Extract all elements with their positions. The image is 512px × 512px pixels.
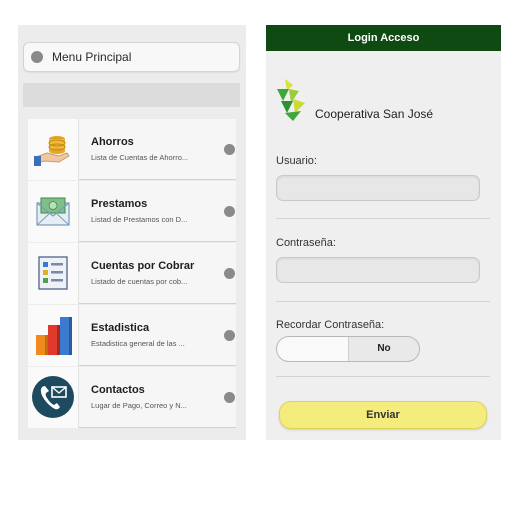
phone-mail-icon	[28, 366, 79, 428]
menu-item-subtitle: Lista de Cuentas de Ahorro...	[91, 153, 189, 162]
divider	[276, 376, 490, 377]
menu-item-label: Cuentas por Cobrar	[91, 260, 195, 272]
brand-name: Cooperativa San José	[315, 107, 434, 121]
money-envelope-icon	[28, 180, 79, 242]
menu-separator-band	[23, 83, 240, 107]
cooperativa-logo-icon	[275, 77, 309, 123]
toggle-state: No	[377, 343, 391, 354]
menu-item-prestamos[interactable]: Prestamos Listad de Prestamos con D...	[28, 180, 236, 242]
bar-chart-icon	[28, 304, 79, 366]
remember-label: Recordar Contraseña:	[276, 319, 385, 331]
menu-item-cuentas-por-cobrar[interactable]: Cuentas por Cobrar Listado de cuentas po…	[28, 242, 236, 304]
menu-item-subtitle: Estadistica general de las ...	[91, 339, 185, 348]
chevron-dot-icon	[224, 267, 235, 279]
menu-screen: Menu Principal Ahorros Lista de Cuentas …	[18, 25, 246, 440]
divider	[276, 218, 490, 219]
menu-item-label: Prestamos	[91, 198, 148, 210]
menu-principal-header[interactable]: Menu Principal	[23, 42, 240, 72]
menu-title: Menu Principal	[52, 50, 132, 64]
brand: Cooperativa San José	[275, 77, 495, 123]
username-input[interactable]	[276, 175, 480, 201]
menu-item-subtitle: Listad de Prestamos con D...	[91, 215, 188, 224]
password-label: Contraseña:	[276, 237, 336, 249]
password-input[interactable]	[276, 257, 480, 283]
menu-dot-icon	[31, 51, 43, 63]
menu-item-contactos[interactable]: Contactos Lugar de Pago, Correo y N...	[28, 366, 236, 428]
menu-item-label: Estadistica	[91, 322, 150, 334]
menu-list: Ahorros Lista de Cuentas de Ahorro... Pr…	[28, 118, 236, 429]
menu-item-estadistica[interactable]: Estadistica Estadistica general de las .…	[28, 304, 236, 366]
chevron-dot-icon	[224, 205, 235, 217]
login-header: Login Acceso	[266, 25, 501, 51]
menu-item-label: Ahorros	[91, 136, 134, 148]
coins-hand-icon	[28, 118, 79, 180]
login-screen: Login Acceso Cooperativa San José Usuari…	[266, 25, 501, 440]
username-label: Usuario:	[276, 155, 317, 167]
menu-item-ahorros[interactable]: Ahorros Lista de Cuentas de Ahorro...	[28, 118, 236, 180]
toggle-knob	[277, 337, 349, 361]
chevron-dot-icon	[224, 391, 235, 403]
remember-password-toggle[interactable]: No	[276, 336, 420, 362]
menu-item-label: Contactos	[91, 384, 145, 396]
chevron-dot-icon	[224, 143, 235, 155]
divider	[276, 301, 490, 302]
menu-item-subtitle: Lugar de Pago, Correo y N...	[91, 401, 187, 410]
menu-item-subtitle: Listado de cuentas por cob...	[91, 277, 188, 286]
send-button[interactable]: Enviar	[279, 401, 487, 429]
checklist-icon	[28, 242, 79, 304]
chevron-dot-icon	[224, 329, 235, 341]
